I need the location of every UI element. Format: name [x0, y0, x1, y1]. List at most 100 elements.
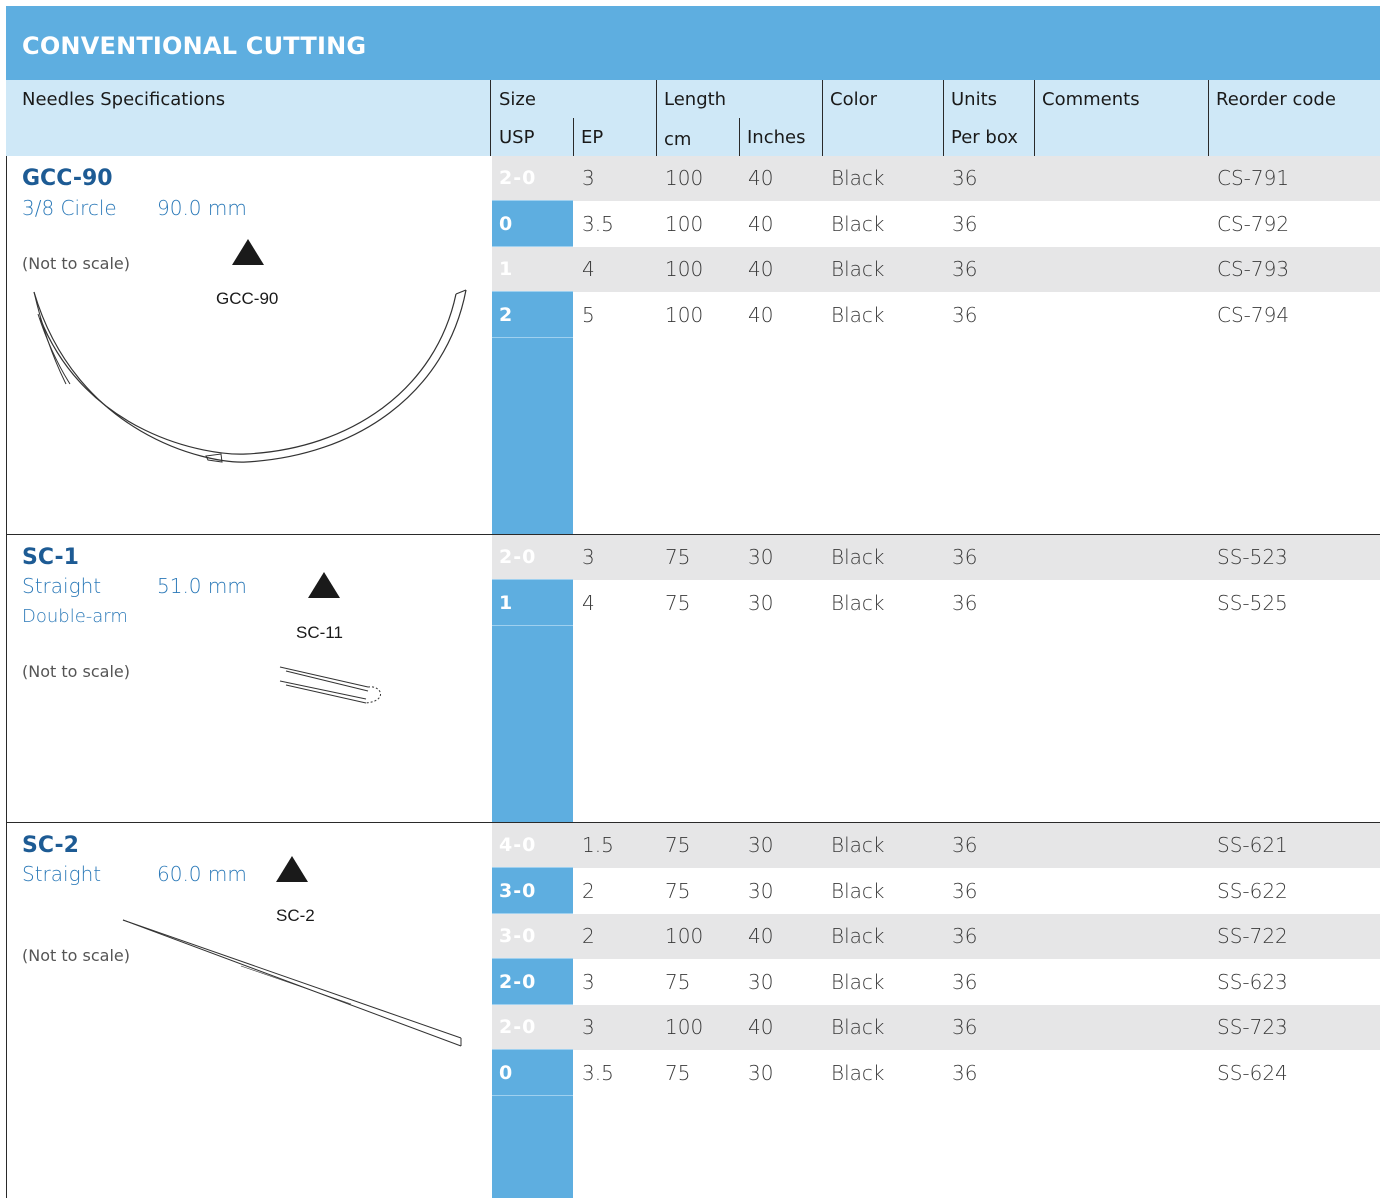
ep-cell: 3: [582, 166, 595, 190]
spec-sheet: CONVENTIONAL CUTTING Needles Specificati…: [6, 6, 1380, 1198]
usp-cell: 2-0: [499, 167, 537, 189]
table-row: 3-0 2 75 30 Black 36 SS-622: [492, 869, 1380, 914]
usp-cell: 2-0: [499, 546, 537, 568]
inches-cell: 40: [748, 166, 774, 190]
divider: [739, 118, 740, 156]
units-cell: 36: [952, 211, 978, 236]
table-row: 2-0 3 100 40 Black 36 SS-723: [492, 1005, 1380, 1050]
inches-cell: 40: [748, 924, 774, 948]
table-row: 2 5 100 40 Black 36 CS-794: [492, 293, 1380, 338]
cm-cell: 100: [665, 257, 704, 281]
header-usp: USP: [499, 127, 535, 148]
ep-cell: 5: [582, 302, 595, 327]
ep-cell: 3: [582, 969, 595, 994]
usp-cell: 4-0: [499, 834, 537, 856]
code-cell: CS-791: [1217, 166, 1290, 190]
page-title: CONVENTIONAL CUTTING: [22, 32, 367, 60]
ep-cell: 3.5: [582, 1060, 614, 1085]
triangle-icon: [232, 239, 264, 265]
usp-cell: 2-0: [499, 1016, 537, 1038]
color-cell: Black: [831, 924, 885, 948]
units-cell: 36: [952, 924, 978, 948]
usp-cell: 1: [499, 258, 514, 280]
code-cell: CS-792: [1217, 211, 1290, 236]
table-row: 3-0 2 100 40 Black 36 SS-722: [492, 914, 1380, 959]
header-per-box: Per box: [951, 127, 1018, 148]
inches-cell: 30: [748, 1060, 774, 1085]
color-cell: Black: [831, 833, 885, 857]
cm-cell: 75: [665, 969, 691, 994]
usp-divider: [492, 1094, 573, 1096]
color-cell: Black: [831, 257, 885, 281]
usp-cell: 3-0: [499, 925, 537, 947]
needle-shape: Straight: [22, 862, 102, 886]
header-length: Length: [664, 89, 727, 110]
inches-cell: 30: [748, 833, 774, 857]
ep-cell: 4: [582, 590, 595, 615]
code-cell: SS-523: [1217, 545, 1288, 569]
divider: [822, 80, 823, 156]
not-to-scale-note: (Not to scale): [22, 662, 130, 681]
units-cell: 36: [952, 590, 978, 615]
ep-cell: 4: [582, 257, 595, 281]
inches-cell: 30: [748, 878, 774, 903]
color-cell: Black: [831, 211, 885, 236]
code-cell: SS-621: [1217, 833, 1288, 857]
color-cell: Black: [831, 302, 885, 327]
triangle-icon: [276, 856, 308, 882]
ep-cell: 3: [582, 1015, 595, 1039]
usp-cell: 1: [499, 591, 514, 614]
triangle-icon: [308, 572, 340, 598]
header-size: Size: [499, 89, 536, 110]
usp-cell: 2: [499, 303, 514, 326]
header-specs: Needles Specifications: [22, 89, 226, 110]
cm-cell: 100: [665, 166, 704, 190]
header-comments: Comments: [1042, 89, 1140, 110]
color-cell: Black: [831, 878, 885, 903]
units-cell: 36: [952, 302, 978, 327]
ep-cell: 2: [582, 924, 595, 948]
divider: [1034, 80, 1035, 156]
not-to-scale-note: (Not to scale): [22, 946, 130, 965]
inches-cell: 30: [748, 969, 774, 994]
table-row: 0 3.5 100 40 Black 36 CS-792: [492, 202, 1380, 247]
left-border: [6, 156, 7, 1198]
table-row: 0 3.5 75 30 Black 36 SS-624: [492, 1051, 1380, 1096]
divider: [490, 80, 491, 156]
inches-cell: 30: [748, 545, 774, 569]
table-header: Needles Specifications Size USP EP Lengt…: [6, 80, 1380, 156]
divider: [1208, 80, 1209, 156]
header-cm: cm: [664, 129, 692, 150]
usp-cell: 0: [499, 1061, 514, 1084]
usp-divider: [492, 336, 573, 338]
ep-cell: 1.5: [582, 833, 614, 857]
inches-cell: 30: [748, 590, 774, 615]
divider: [943, 80, 944, 156]
units-cell: 36: [952, 833, 978, 857]
code-cell: SS-525: [1217, 590, 1288, 615]
table-row: 2-0 3 100 40 Black 36 CS-791: [492, 156, 1380, 201]
needle-name: SC-2: [22, 833, 79, 858]
ep-cell: 2: [582, 878, 595, 903]
color-cell: Black: [831, 969, 885, 994]
inches-cell: 40: [748, 211, 774, 236]
header-color: Color: [830, 89, 877, 110]
title-bar: CONVENTIONAL CUTTING: [6, 6, 1380, 80]
cm-cell: 75: [665, 545, 691, 569]
needle-length: 90.0 mm: [157, 196, 247, 220]
needle-length: 60.0 mm: [157, 862, 247, 886]
table-row: 2-0 3 75 30 Black 36 SS-523: [492, 535, 1380, 580]
code-cell: SS-623: [1217, 969, 1288, 994]
drawing-label: SC-11: [296, 623, 343, 642]
table-row: 2-0 3 75 30 Black 36 SS-623: [492, 960, 1380, 1005]
inches-cell: 40: [748, 257, 774, 281]
cm-cell: 75: [665, 878, 691, 903]
inches-cell: 40: [748, 1015, 774, 1039]
cm-cell: 75: [665, 590, 691, 615]
table-row: 1 4 100 40 Black 36 CS-793: [492, 247, 1380, 292]
units-cell: 36: [952, 545, 978, 569]
needle-name: SC-1: [22, 545, 79, 570]
usp-cell: 3-0: [499, 879, 537, 902]
code-cell: SS-622: [1217, 878, 1288, 903]
header-ep: EP: [581, 127, 604, 148]
